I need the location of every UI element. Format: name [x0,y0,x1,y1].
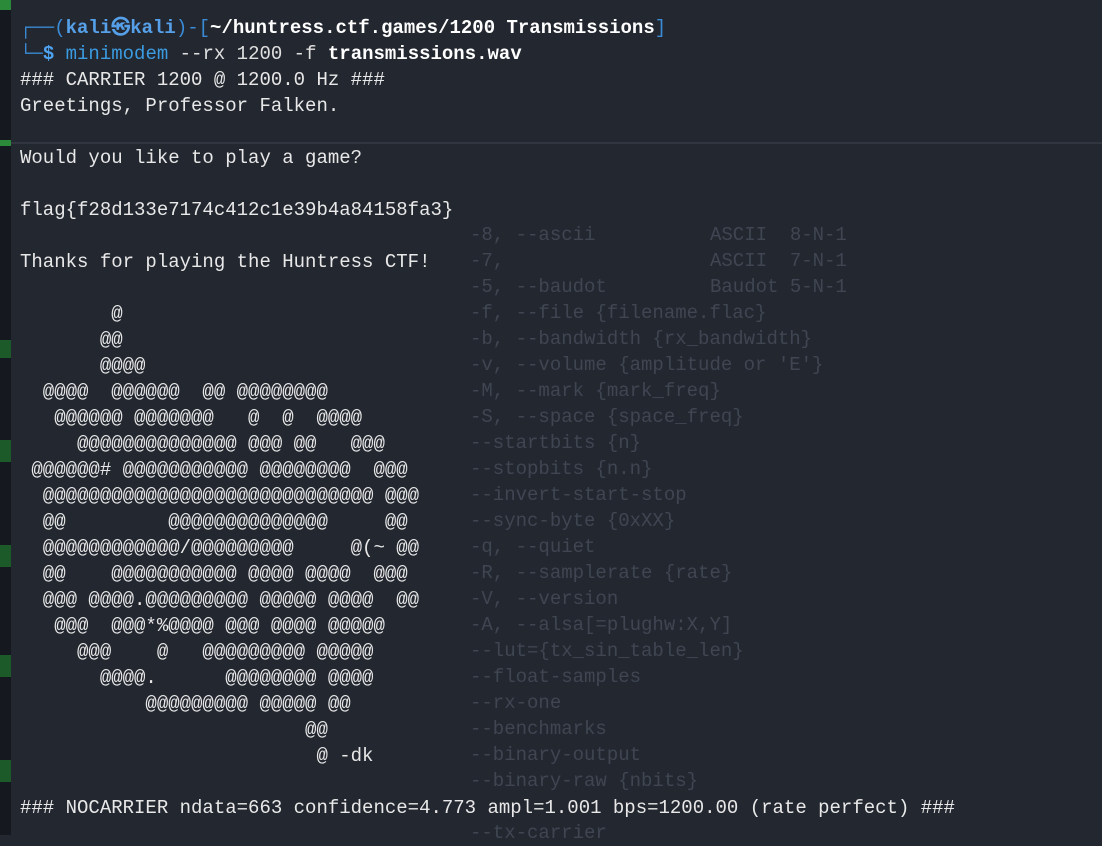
edge-indicator [0,545,11,567]
output-line: Greetings, Professor Falken. [20,95,340,117]
carrier-line: ### CARRIER 1200 @ 1200.0 Hz ### [20,69,385,91]
edge-indicator [0,140,11,146]
output-line: Would you like to play a game? [20,147,363,169]
ascii-art-line: @@@@@@@@@@@@@@ @@@ @@ @@@ [20,433,385,455]
prompt-path: ~/huntress.ctf.games/1200 Transmissions [210,17,655,39]
ascii-art-line: @@@ @ @@@@@@@@@ @@@@@ [20,641,374,663]
ascii-art-line: @@@ @@@@.@@@@@@@@@ @@@@@ @@@@ @@ [20,589,420,611]
ascii-art-line: @@@@@@# @@@@@@@@@@@ @@@@@@@@ @@@ [20,459,408,481]
prompt-dollar: $ [42,43,55,65]
prompt-frame: )-[ [175,17,211,39]
ascii-art-line: @@ @@@@@@@@@@@ @@@@ @@@@ @@@ [20,563,408,585]
ascii-art-line: @@ @@@@@@@@@@@@@@ @@ [20,511,408,533]
prompt-frame: ┌──( [20,17,66,39]
prompt-frame: └─ [20,43,43,65]
command-file: transmissions.wav [327,43,522,65]
command-args: --rx 1200 -f [168,43,328,65]
edge-indicator [0,760,11,782]
ascii-art-line: @@@ @@@*%@@@@ @@@ @@@@ @@@@@ [20,615,385,637]
ascii-art-line: @@ [20,719,328,741]
ascii-art-line: @@@@@@@@@@@@/@@@@@@@@@ @(~ @@ [20,537,420,559]
ascii-art-line: @@@@@@@@@ @@@@@ @@ [20,693,351,715]
nocarrier-line: ### NOCARRIER ndata=663 confidence=4.773… [20,797,955,819]
background-help-option: --tx-carrier [470,822,607,844]
prompt-line-2: └─$ minimodem --rx 1200 -f transmissions… [20,41,955,67]
prompt-user: kali㉿kali [65,17,176,39]
ascii-art-line: @ [20,303,123,325]
edge-indicator [0,655,11,677]
ascii-art-line: @ -dk [20,745,374,767]
ascii-art-line: @@@@@@@@@@@@@@@@@@@@@@@@@@@@@ @@@ [20,485,420,507]
ascii-art-line: @@@@ @@@@@@ @@ @@@@@@@@ [20,381,328,403]
prompt-line-1: ┌──(kali㉿kali)-[~/huntress.ctf.games/120… [20,15,955,41]
background-help-line: --tx-carrier [470,820,823,846]
output-line: Thanks for playing the Huntress CTF! [20,251,431,273]
command-name: minimodem [65,43,169,65]
ascii-art-line: @@@@@@ @@@@@@@ @ @ @@@@ [20,407,363,429]
prompt-frame: ] [654,17,667,39]
flag-line: flag{f28d133e7174c412c1e39b4a84158fa3} [20,199,454,221]
ascii-art-line: @@@@. @@@@@@@@ @@@@ [20,667,374,689]
ascii-art-line: @@ [20,329,123,351]
window-edge [0,0,11,835]
edge-indicator [0,340,11,358]
edge-indicator [0,0,11,10]
ascii-art-line: @@@@ [20,355,146,377]
terminal-output[interactable]: ┌──(kali㉿kali)-[~/huntress.ctf.games/120… [20,15,955,821]
edge-indicator [0,440,11,462]
